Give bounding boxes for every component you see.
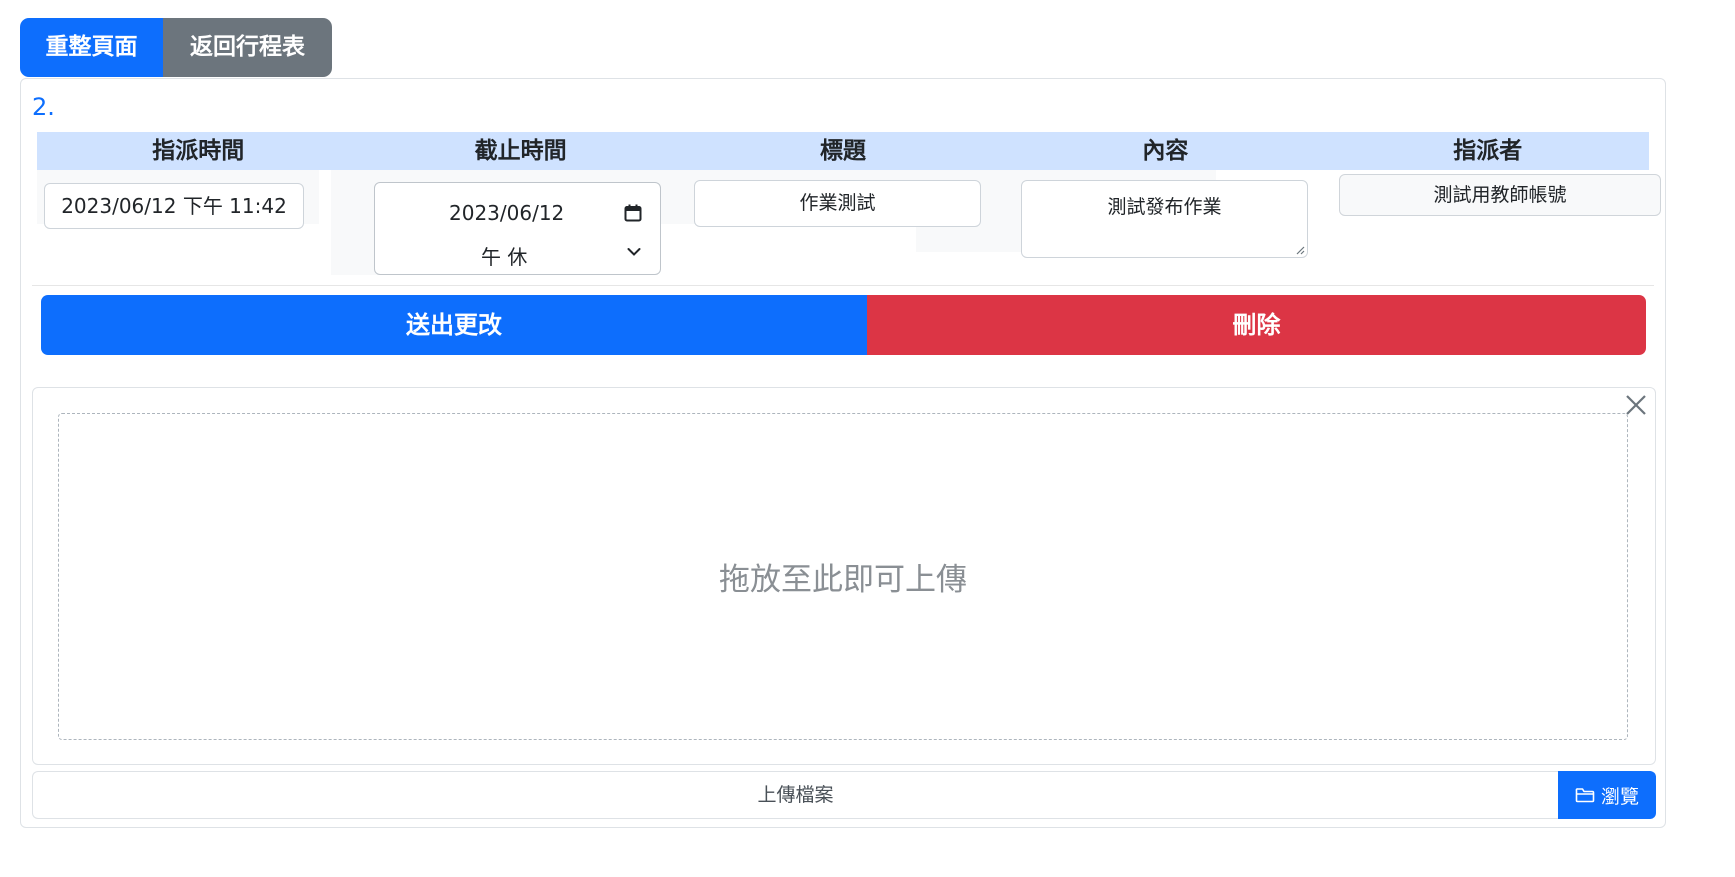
deadline-date-value: 2023/06/12	[449, 201, 565, 225]
file-input-group: 上傳檔案 瀏覽	[32, 771, 1656, 819]
title-input[interactable]: 作業測試	[694, 180, 981, 227]
back-to-schedule-button[interactable]: 返回行程表	[163, 18, 332, 77]
header-title: 標題	[819, 138, 866, 164]
header-assigner: 指派者	[1453, 138, 1523, 164]
deadline-period-select[interactable]: 午 休	[375, 233, 660, 273]
file-upload-box: 拖放至此即可上傳	[32, 387, 1656, 765]
assigner-field: 測試用教師帳號	[1339, 174, 1661, 216]
folder-open-icon	[1575, 788, 1595, 803]
deadline-date-input[interactable]: 2023/06/12	[375, 193, 660, 233]
assign-time-field: 2023/06/12 下午 11:42	[44, 183, 304, 229]
content-textarea[interactable]: 測試發布作業	[1021, 180, 1308, 258]
delete-button[interactable]: 刪除	[867, 295, 1646, 355]
reload-page-button[interactable]: 重整頁面	[20, 18, 163, 77]
deadline-period-value: 午 休	[481, 245, 528, 269]
deadline-picker: 2023/06/12 午 休	[374, 182, 661, 275]
resize-grip-icon[interactable]	[1295, 245, 1305, 255]
chevron-down-icon	[627, 248, 641, 256]
top-button-group: 重整頁面 返回行程表	[20, 18, 332, 77]
table-header-row: 指派時間 截止時間 標題 內容 指派者	[37, 132, 1649, 170]
file-caption-field[interactable]: 上傳檔案	[32, 771, 1558, 819]
browse-label: 瀏覽	[1600, 785, 1639, 808]
content-text: 測試發布作業	[1107, 196, 1222, 218]
action-button-group: 送出更改 刪除	[41, 295, 1646, 355]
calendar-icon[interactable]	[624, 204, 642, 222]
drop-zone-text: 拖放至此即可上傳	[719, 562, 967, 598]
assignment-card: 2. 指派時間 截止時間 標題 內容 指派者 2023/06/12 下午 11:…	[20, 78, 1666, 828]
item-number: 2.	[32, 93, 55, 121]
drop-zone[interactable]: 拖放至此即可上傳	[58, 413, 1628, 740]
browse-button[interactable]: 瀏覽	[1558, 771, 1656, 819]
header-assign-time: 指派時間	[152, 138, 245, 164]
divider	[32, 285, 1654, 286]
submit-changes-button[interactable]: 送出更改	[41, 295, 867, 355]
header-content: 內容	[1142, 138, 1189, 164]
header-deadline: 截止時間	[474, 138, 567, 164]
